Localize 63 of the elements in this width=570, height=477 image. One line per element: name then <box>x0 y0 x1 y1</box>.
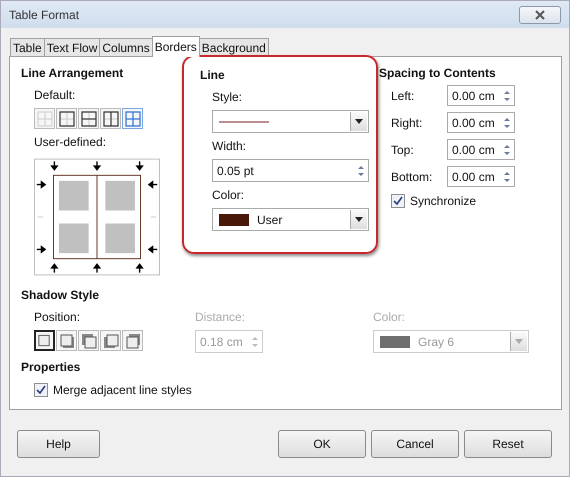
tab[interactable]: Columns <box>99 38 153 56</box>
field-label: Position: <box>34 310 82 325</box>
section-heading: Line Arrangement <box>21 66 124 82</box>
shadow-icon <box>37 332 52 348</box>
spacing-spinbox[interactable]: 0.00 cm <box>447 112 515 133</box>
close-button[interactable] <box>519 6 561 24</box>
field-label: Right: <box>391 116 424 130</box>
caret-icon <box>355 217 363 222</box>
grid-icon <box>80 110 96 126</box>
section-heading: Properties <box>21 360 82 376</box>
field-label: Color: <box>373 310 406 325</box>
field-label: Top: <box>391 142 415 156</box>
dialog-button[interactable]: OK <box>278 430 366 458</box>
close-icon <box>534 10 546 20</box>
spacing-spinbox[interactable]: 0.00 cm <box>447 166 515 187</box>
dialog-button[interactable]: Reset <box>464 430 552 458</box>
field-label: Left: <box>391 88 416 102</box>
shadow-icon <box>58 332 74 348</box>
grid-icon <box>36 110 52 126</box>
shadow-icon <box>102 332 118 348</box>
field-label: Color: <box>212 188 246 203</box>
section-heading: Spacing to Contents <box>379 66 497 82</box>
border-preset-button[interactable] <box>78 108 99 129</box>
caret-icon <box>515 339 523 344</box>
shadow-position-button[interactable] <box>78 330 99 351</box>
tab[interactable]: Table <box>10 38 45 56</box>
field-label: Default: <box>34 88 76 103</box>
shadow-position-button[interactable] <box>100 330 121 351</box>
spacing-spinbox[interactable]: 0.00 cm <box>447 139 515 160</box>
shadow-icon <box>80 332 96 348</box>
shadow-position-button[interactable] <box>56 330 77 351</box>
dialog-button[interactable]: Cancel <box>371 430 459 458</box>
tab[interactable]: Background <box>198 38 269 56</box>
grid-icon <box>102 110 118 126</box>
shadow-position-button[interactable] <box>34 330 55 351</box>
width-spinbox[interactable]: 0.05 pt <box>212 159 369 182</box>
color-swatch <box>380 336 410 348</box>
tab[interactable]: Text Flow <box>44 38 100 56</box>
border-preset-button[interactable] <box>56 108 77 129</box>
field-label: User-defined: <box>34 135 108 150</box>
field-label: Width: <box>212 139 248 154</box>
caret-icon <box>355 119 363 124</box>
checkbox-label: Merge adjacent line styles <box>53 383 192 397</box>
field-label: Distance: <box>195 310 246 325</box>
field-label: Style: <box>212 90 244 105</box>
checkbox[interactable] <box>391 194 405 208</box>
line-style-icon <box>219 120 269 124</box>
border-preset-button[interactable] <box>100 108 121 129</box>
window-title: Table Format <box>9 8 80 22</box>
spacing-spinbox[interactable]: 0.00 cm <box>447 85 515 106</box>
grid-icon <box>58 110 74 126</box>
grid-icon <box>124 110 140 126</box>
shadow-position-button[interactable] <box>122 330 143 351</box>
field-label: Bottom: <box>391 170 434 184</box>
section-heading: Shadow Style <box>21 288 100 304</box>
tab[interactable]: Borders <box>152 36 200 57</box>
color-swatch <box>219 214 249 226</box>
shadow-icon <box>124 332 140 348</box>
checkbox[interactable] <box>34 383 48 397</box>
checkbox-label: Synchronize <box>410 194 476 208</box>
section-heading: Line <box>200 68 226 84</box>
color-dropdown[interactable]: User <box>212 208 369 231</box>
help-button[interactable]: Help <box>17 430 100 458</box>
